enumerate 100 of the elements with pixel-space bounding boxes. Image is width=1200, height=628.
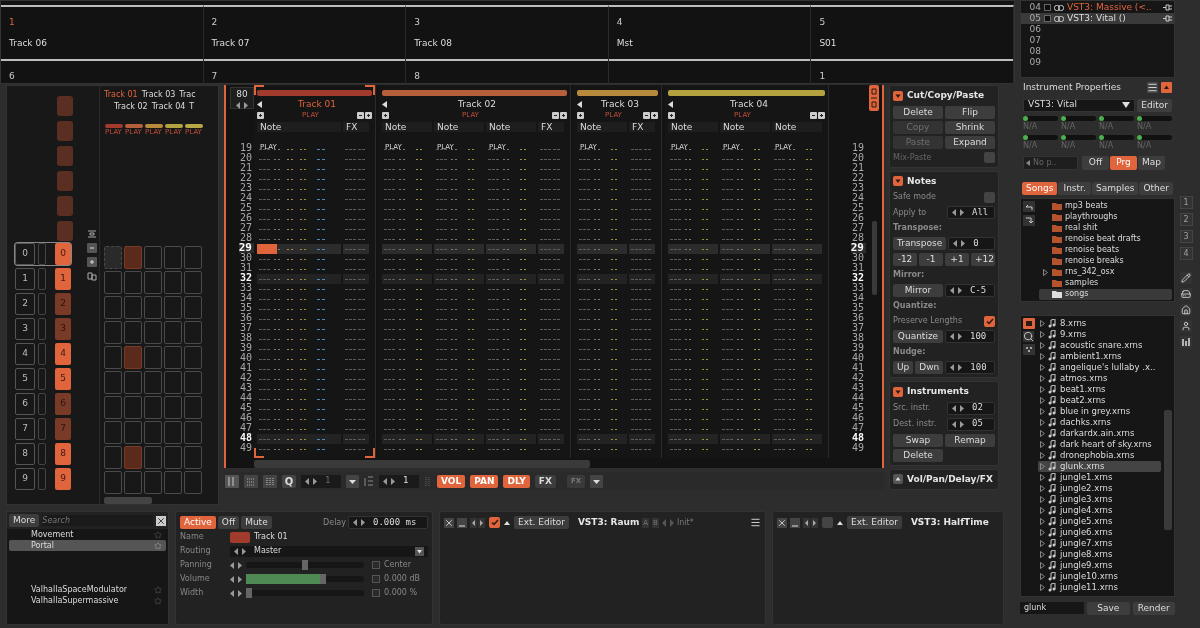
slider-track[interactable] <box>246 562 364 568</box>
folder-item[interactable]: playthroughs <box>1039 211 1172 223</box>
button[interactable]: Transpose <box>893 237 947 250</box>
button[interactable]: Ext. Editor <box>514 516 569 530</box>
search-field[interactable]: glunk <box>1020 601 1084 614</box>
column-header[interactable]: Note <box>668 122 718 132</box>
instrument-row[interactable]: 06 <box>1021 24 1174 35</box>
slot-mute-toggle[interactable] <box>38 293 46 315</box>
file-item[interactable]: 8.xrns <box>1038 317 1161 329</box>
file-item[interactable]: jungle7.xrns <box>1038 537 1161 549</box>
track-label[interactable]: Track 03 <box>141 89 176 101</box>
arrows-icon[interactable] <box>383 477 395 485</box>
plug-icon[interactable] <box>1163 4 1172 11</box>
file-item[interactable]: jungle9.xrns <box>1038 559 1161 571</box>
arrows-icon[interactable] <box>470 517 486 528</box>
bars-icon[interactable] <box>1180 336 1192 348</box>
empty-cells[interactable] <box>774 149 812 450</box>
close-icon[interactable] <box>777 517 787 528</box>
track-name[interactable]: Track 08 <box>414 36 600 50</box>
menu-icon[interactable] <box>1147 82 1158 94</box>
file-item[interactable]: blue in grey.xrns <box>1038 405 1161 417</box>
slot-mute-toggle[interactable] <box>38 343 46 365</box>
slot-mute-toggle[interactable] <box>38 318 46 340</box>
pattern-number[interactable]: 9 <box>55 468 71 490</box>
file-item[interactable]: glunk.xrns <box>1038 460 1161 472</box>
button[interactable]: Map <box>1138 155 1165 170</box>
button[interactable]: +12 <box>971 253 995 266</box>
arrows-icon[interactable] <box>953 240 966 247</box>
layout-button[interactable]: 1 <box>1179 196 1193 209</box>
file-item[interactable]: jungle1.xrns <box>1038 471 1161 483</box>
file-item[interactable]: ambient1.xrns <box>1038 350 1161 362</box>
slot-mute-toggle[interactable] <box>38 443 46 465</box>
preset-name[interactable]: Init* <box>676 516 694 529</box>
param-slider[interactable] <box>1099 134 1134 140</box>
search-field[interactable]: Search <box>42 515 153 526</box>
file-item[interactable]: dark heart of sky.xrns <box>1038 438 1161 450</box>
file-item[interactable]: angelique's lullaby .x.. <box>1038 361 1161 373</box>
button[interactable]: Quantize <box>893 330 943 343</box>
track-label[interactable]: Track 04 <box>151 101 186 113</box>
file-item[interactable]: atmos.xrns <box>1038 372 1161 384</box>
checkbox[interactable] <box>489 517 500 529</box>
instrument-row[interactable]: 05 VST3: Vital () <box>1021 13 1174 24</box>
file-item[interactable]: dachks.xrns <box>1038 416 1161 428</box>
minus-plus-icon[interactable] <box>810 112 825 119</box>
slot-mute-toggle[interactable] <box>38 243 46 265</box>
value-field[interactable]: 02 <box>947 401 995 415</box>
arrows-icon[interactable] <box>234 547 246 555</box>
column-toggle[interactable]: FX <box>534 474 556 488</box>
expand-icon[interactable] <box>893 474 903 485</box>
empty-cells[interactable] <box>345 149 365 450</box>
slider-thumb[interactable] <box>302 560 308 570</box>
grid-icon[interactable] <box>263 474 277 488</box>
effect-item[interactable]: ValhallaSpaceModulator <box>9 584 166 595</box>
column-header[interactable]: Note <box>257 122 341 132</box>
value-field[interactable]: All <box>947 206 995 219</box>
folder-item[interactable]: renoise beat drafts <box>1039 233 1172 245</box>
column-header[interactable]: Note <box>486 122 536 132</box>
plus-icon[interactable] <box>577 112 584 119</box>
arrows-icon[interactable] <box>952 209 964 216</box>
column-header[interactable]: Note <box>772 122 822 132</box>
sequence-slot[interactable]: 5 <box>15 368 35 390</box>
button[interactable]: Off <box>1082 155 1109 170</box>
param-slider[interactable] <box>1061 115 1096 121</box>
track-name-value[interactable]: Track 01 <box>254 531 288 543</box>
speaker-icon[interactable] <box>382 101 387 108</box>
arrows-icon[interactable] <box>353 519 365 526</box>
button[interactable]: +1 <box>945 253 969 266</box>
slider-thumb[interactable] <box>1061 134 1066 140</box>
checkbox[interactable] <box>984 191 995 203</box>
vertical-scrollbar[interactable] <box>871 221 877 295</box>
minus-plus-icon[interactable] <box>643 112 658 119</box>
effect-item[interactable]: ValhallaSupermassive <box>9 595 166 606</box>
horizontal-scrollbar[interactable] <box>254 460 590 468</box>
pattern-number[interactable]: 0 <box>55 243 71 265</box>
quantize-toggle[interactable]: Q <box>282 474 296 488</box>
slider-track[interactable] <box>246 576 364 582</box>
empty-cells[interactable] <box>488 149 526 450</box>
button[interactable]: Up <box>893 361 914 374</box>
empty-cells[interactable] <box>579 149 617 450</box>
pattern-number[interactable]: 5 <box>55 368 71 390</box>
slider-thumb[interactable] <box>1137 134 1142 140</box>
dropdown-icon[interactable] <box>346 474 359 488</box>
track-name[interactable]: S01 <box>819 36 1005 50</box>
track-name[interactable]: Track 06 <box>9 36 195 50</box>
minus-plus-icon[interactable] <box>357 112 372 119</box>
plus-icon[interactable] <box>87 257 97 267</box>
arrows-icon[interactable] <box>305 477 317 485</box>
button[interactable]: Mirror <box>893 284 943 297</box>
folder-icon[interactable] <box>1023 317 1035 329</box>
checkbox[interactable] <box>372 561 380 569</box>
slider-thumb[interactable] <box>1061 115 1066 121</box>
track-name[interactable]: Mst <box>616 36 803 50</box>
slot-mute-toggle[interactable] <box>38 368 46 390</box>
button[interactable]: Swap <box>893 433 943 447</box>
sequence-slot[interactable]: 6 <box>15 393 35 415</box>
param-slider[interactable] <box>1023 134 1058 140</box>
slider-thumb[interactable] <box>1099 134 1104 140</box>
collapse-icon[interactable] <box>1161 82 1172 94</box>
instrument-row[interactable]: 08 <box>1021 46 1174 57</box>
file-item[interactable]: jungle3.xrns <box>1038 493 1161 505</box>
